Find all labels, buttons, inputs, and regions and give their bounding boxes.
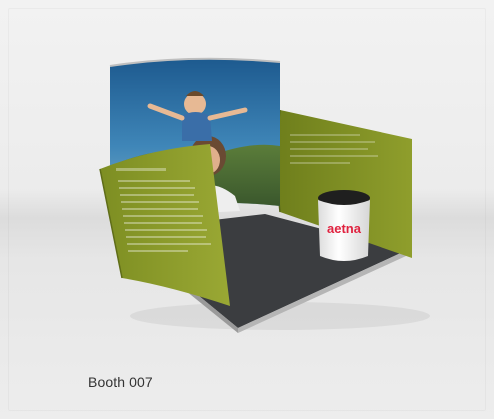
photo-child-shirt — [182, 112, 212, 141]
product-title[interactable]: Booth 007 — [88, 374, 153, 390]
counter-brand-text: aetna — [327, 221, 362, 236]
photo-child-face — [184, 93, 206, 115]
booth-product-image[interactable]: aetna — [90, 46, 430, 336]
product-card[interactable]: aetna Booth 007 — [0, 0, 494, 419]
